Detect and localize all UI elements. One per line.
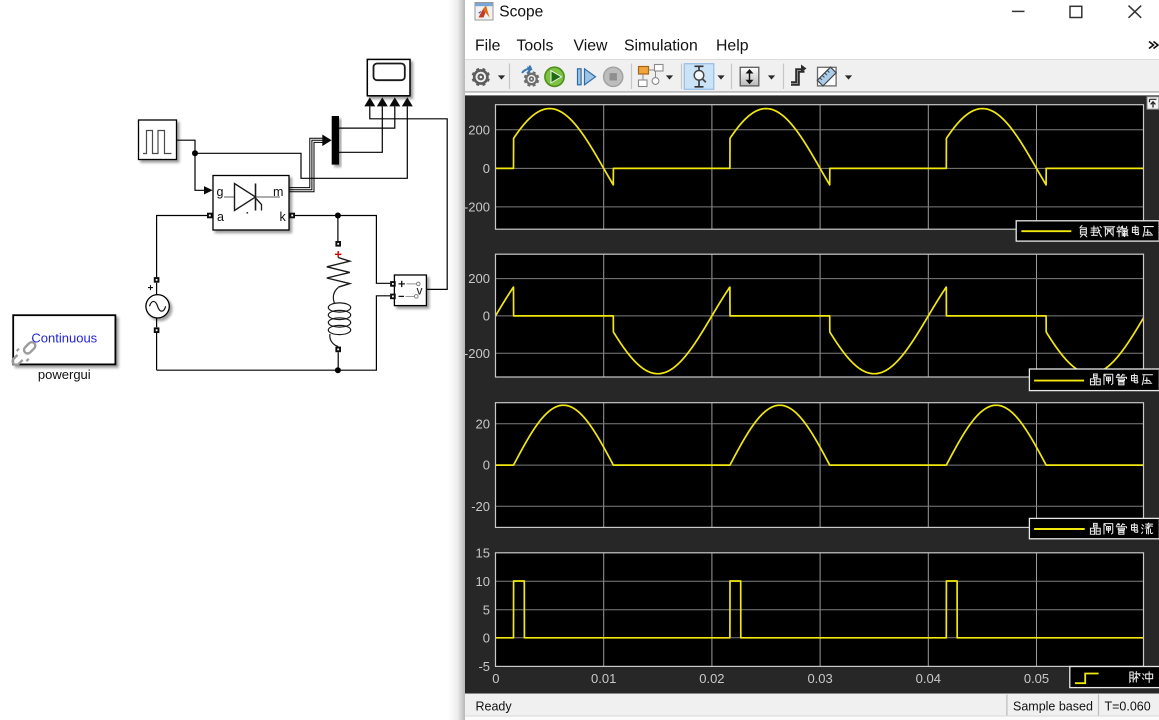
svg-text:Scope: Scope (499, 4, 543, 21)
svg-text:0: 0 (483, 161, 490, 176)
svg-text:Help: Help (716, 38, 749, 55)
svg-text:powergui: powergui (38, 367, 91, 382)
svg-text:0: 0 (483, 458, 490, 473)
svg-text:0: 0 (492, 671, 499, 686)
svg-text:200: 200 (468, 271, 490, 286)
svg-text:Simulation: Simulation (624, 38, 698, 55)
svg-text:Continuous: Continuous (31, 331, 97, 346)
svg-text:g: g (217, 185, 224, 199)
svg-text:5: 5 (483, 602, 490, 617)
svg-text:-5: -5 (478, 659, 490, 674)
svg-text:-20: -20 (471, 499, 490, 514)
svg-text:15: 15 (476, 545, 490, 560)
svg-text:Tools: Tools (517, 38, 554, 55)
svg-text:File: File (475, 38, 501, 55)
svg-text:v: v (417, 284, 423, 298)
svg-text:k: k (280, 210, 287, 224)
svg-text:0: 0 (483, 308, 490, 323)
svg-text:Ready: Ready (476, 700, 513, 714)
svg-text:10: 10 (476, 574, 490, 589)
svg-text:0.02: 0.02 (699, 671, 724, 686)
svg-text:20: 20 (476, 416, 490, 431)
svg-text:200: 200 (468, 122, 490, 137)
svg-text:0.01: 0.01 (591, 671, 616, 686)
svg-text:T=0.060: T=0.060 (1105, 700, 1151, 714)
svg-text:a: a (217, 210, 224, 224)
svg-text:View: View (574, 38, 609, 55)
svg-text:0.04: 0.04 (916, 671, 941, 686)
svg-text:0: 0 (483, 630, 490, 645)
svg-text:-200: -200 (464, 346, 490, 361)
svg-text:0.03: 0.03 (807, 671, 832, 686)
svg-text:0.05: 0.05 (1024, 671, 1049, 686)
svg-text:-200: -200 (464, 199, 490, 214)
svg-text:Sample based: Sample based (1013, 700, 1093, 714)
